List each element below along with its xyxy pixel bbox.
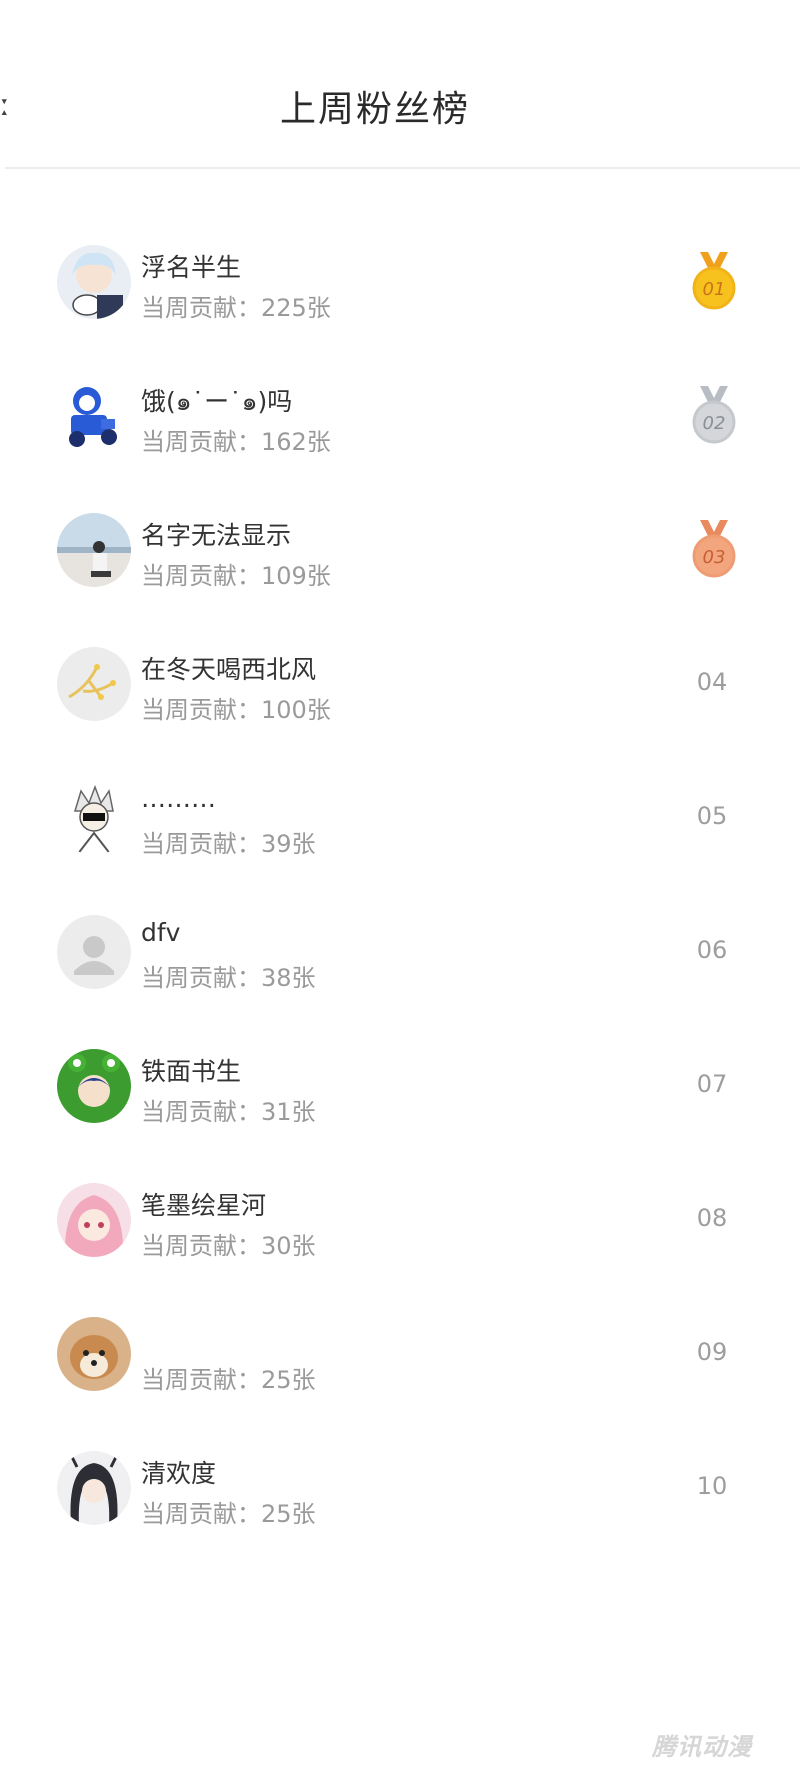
sketch-character-avatar[interactable] (57, 781, 131, 855)
fan-list-item[interactable]: 当周贡献：25张 09 (0, 1252, 800, 1394)
medal-rank-text: 01 (703, 279, 726, 300)
rank-number: 10 (696, 1472, 728, 1500)
fan-list-item[interactable]: 名字无法显示 当周贡献：109张 03 (0, 448, 800, 590)
fan-list-item[interactable]: 清欢度当周贡献：25张 10 (0, 1386, 800, 1528)
pink-hair-girl-avatar[interactable] (57, 1183, 131, 1257)
fan-name: 铁面书生 (141, 1057, 242, 1086)
rank-number: 05 (696, 802, 728, 830)
seaside-photo-avatar[interactable] (57, 513, 131, 587)
header-divider (5, 167, 800, 169)
anime-white-hair-avatar[interactable] (57, 245, 131, 319)
rank-number: 06 (696, 936, 728, 964)
gold-branch-avatar[interactable] (57, 647, 131, 721)
gold-medal-icon: 01 (690, 250, 738, 314)
fan-name: ……… (141, 784, 216, 813)
rank-number: 07 (696, 1070, 728, 1098)
shiba-dog-avatar[interactable] (57, 1317, 131, 1391)
fan-name: 在冬天喝西北风 (141, 655, 317, 684)
fan-list-item[interactable]: 笔墨绘星河 当周贡献：30张 08 (0, 1118, 800, 1260)
rank-number: 09 (696, 1338, 728, 1366)
fan-list-item[interactable]: 铁面书生 当周贡献：31张 07 (0, 984, 800, 1126)
watermark-logo: 腾讯动漫 (652, 1733, 752, 1761)
silver-medal-icon: 02 (690, 384, 738, 448)
page-title: 上周粉丝榜 (279, 89, 470, 130)
bronze-medal-icon: 03 (690, 518, 738, 582)
fan-list-item[interactable]: ……… 当周贡献：39张 05 (0, 716, 800, 858)
rank-number: 04 (696, 668, 728, 696)
medal-rank-text: 03 (703, 547, 726, 568)
fan-list-item[interactable]: 在冬天喝西北风 当周贡献：100张 04 (0, 582, 800, 724)
rank-number: 08 (696, 1204, 728, 1232)
medal-rank-text: 02 (703, 413, 726, 434)
weekly-contribution: 当周贡献：25张 (141, 1500, 316, 1528)
fan-name: 浮名半生 (141, 253, 242, 282)
header: ː 上周粉丝榜 (0, 0, 800, 168)
fan-list-item[interactable]: 浮名半生 当周贡献：225张 01 (0, 180, 800, 322)
fan-list-item[interactable]: dfv 当周贡献：38张 06 (0, 850, 800, 992)
fan-name: 饿(๑˙ー˙๑)吗 (141, 387, 293, 416)
frog-hood-avatar[interactable] (57, 1049, 131, 1123)
fan-list-item[interactable]: 饿(๑˙ー˙๑)吗 当周贡献：162张 02 (0, 314, 800, 456)
default-user-avatar[interactable] (57, 915, 131, 989)
fan-name: 笔墨绘星河 (141, 1191, 267, 1220)
fan-name: dfv (141, 918, 181, 947)
blue-bear-rider-avatar[interactable] (57, 379, 131, 453)
fan-name: 清欢度 (141, 1459, 217, 1488)
anime-dark-hair-avatar[interactable] (57, 1451, 131, 1525)
fan-name: 名字无法显示 (141, 521, 292, 550)
